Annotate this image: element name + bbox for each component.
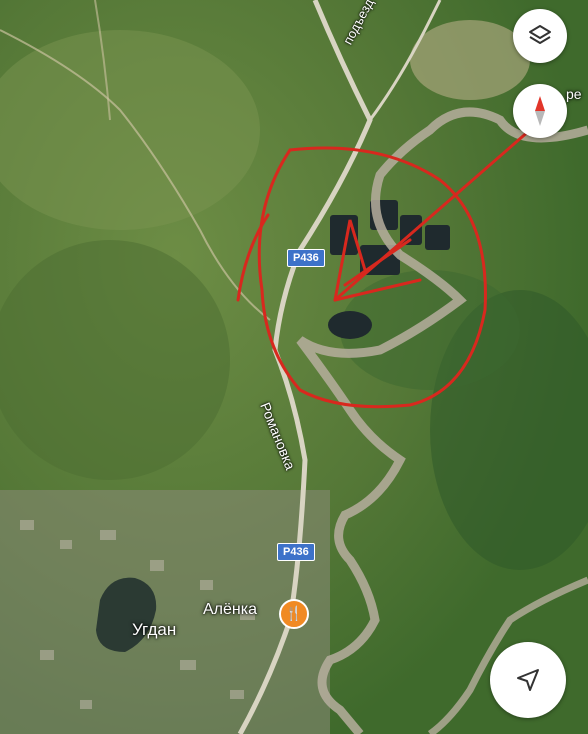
satellite-map[interactable]: подъезд К Шишкино Романовка Р436 Р436 Уг… xyxy=(0,0,588,734)
compass-button[interactable] xyxy=(513,84,567,138)
compass-icon xyxy=(535,96,545,126)
edge-place-label: ре xyxy=(566,86,582,102)
route-shield-lower: Р436 xyxy=(277,543,315,561)
navigation-arrow-icon xyxy=(517,669,539,691)
poi-label: Алёнка xyxy=(203,601,257,618)
layers-button[interactable] xyxy=(513,9,567,63)
village-label: Угдан xyxy=(132,620,177,639)
route-shield-upper: Р436 xyxy=(287,249,325,267)
navigate-button[interactable] xyxy=(490,642,566,718)
restaurant-icon[interactable]: 🍴 xyxy=(279,599,309,629)
layers-icon xyxy=(529,25,551,44)
